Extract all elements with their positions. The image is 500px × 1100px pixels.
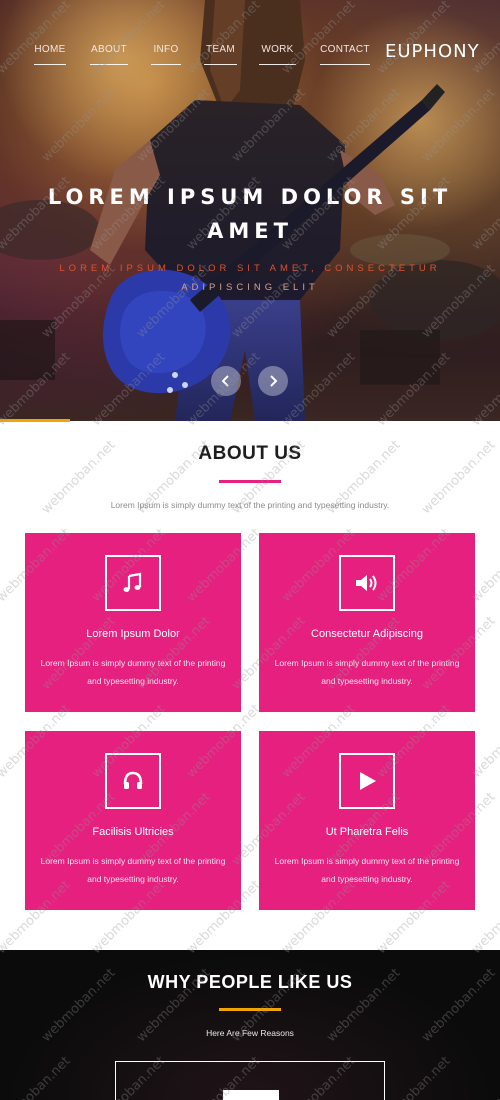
why-frame (115, 1061, 385, 1100)
card-title: Consectetur Adipiscing (311, 628, 423, 640)
nav-home[interactable]: HOME (34, 44, 66, 65)
hero-title: LOREM IPSUM DOLOR SIT AMET (47, 185, 453, 243)
about-title: ABOUT US (198, 443, 302, 464)
nav-work[interactable]: WORK (259, 44, 296, 65)
slider-next-button[interactable] (258, 366, 288, 396)
about-title-underline (219, 480, 281, 483)
card-text: Lorem Ipsum is simply dummy text of the … (274, 658, 460, 686)
nav-team[interactable]: TEAM (204, 44, 237, 65)
why-title-underline (219, 1008, 281, 1011)
music-note-icon (123, 572, 142, 592)
speaker-icon (356, 575, 377, 591)
card-icon-box[interactable] (105, 753, 161, 809)
feature-card: Ut Pharetra Felis Lorem Ipsum is simply … (259, 731, 475, 910)
card-icon-box[interactable] (105, 555, 161, 611)
why-title: WHY PEOPLE LIKE US (147, 972, 353, 992)
card-text: Lorem Ipsum is simply dummy text of the … (40, 856, 226, 884)
card-icon-box[interactable] (339, 555, 395, 611)
nav-contact[interactable]: CONTACT (320, 44, 370, 65)
headphones-icon (123, 771, 143, 789)
feature-card: Consectetur Adipiscing Lorem Ipsum is si… (259, 533, 475, 712)
why-frame-tab (223, 1090, 279, 1100)
slider-prev-button[interactable] (211, 366, 241, 396)
hero-subtitle-line2: ADIPISCING ELIT (181, 282, 319, 293)
arrow-right-icon (270, 375, 278, 387)
hero-subtitle-line1: LOREM IPSUM DOLOR SIT AMET, CONSECTETUR (59, 263, 441, 274)
hero-subtitle: LOREM IPSUM DOLOR SIT AMET, CONSECTETUR … (20, 259, 480, 297)
brand-logo[interactable]: EUPHONY (385, 41, 480, 62)
arrow-left-icon (221, 375, 229, 387)
nav-info[interactable]: INFO (151, 44, 181, 65)
card-text: Lorem Ipsum is simply dummy text of the … (40, 658, 226, 686)
card-title: Facilisis Ultricies (92, 826, 174, 838)
play-icon (360, 772, 376, 790)
hero-accent-bar (0, 419, 70, 422)
hero-banner: HOME ABOUT INFO TEAM WORK CONTACT EUPHON… (0, 0, 500, 421)
card-title: Lorem Ipsum Dolor (86, 628, 180, 640)
nav-about[interactable]: ABOUT (90, 44, 128, 65)
why-section: WHY PEOPLE LIKE US Here Are Few Reasons (0, 950, 500, 1100)
card-title: Ut Pharetra Felis (325, 826, 409, 838)
about-intro: Lorem Ipsum is simply dummy text of the … (110, 500, 390, 510)
card-text: Lorem Ipsum is simply dummy text of the … (274, 856, 460, 884)
feature-card: Facilisis Ultricies Lorem Ipsum is simpl… (25, 731, 241, 910)
feature-card: Lorem Ipsum Dolor Lorem Ipsum is simply … (25, 533, 241, 712)
card-icon-box[interactable] (339, 753, 395, 809)
why-subtitle: Here Are Few Reasons (206, 1028, 294, 1038)
